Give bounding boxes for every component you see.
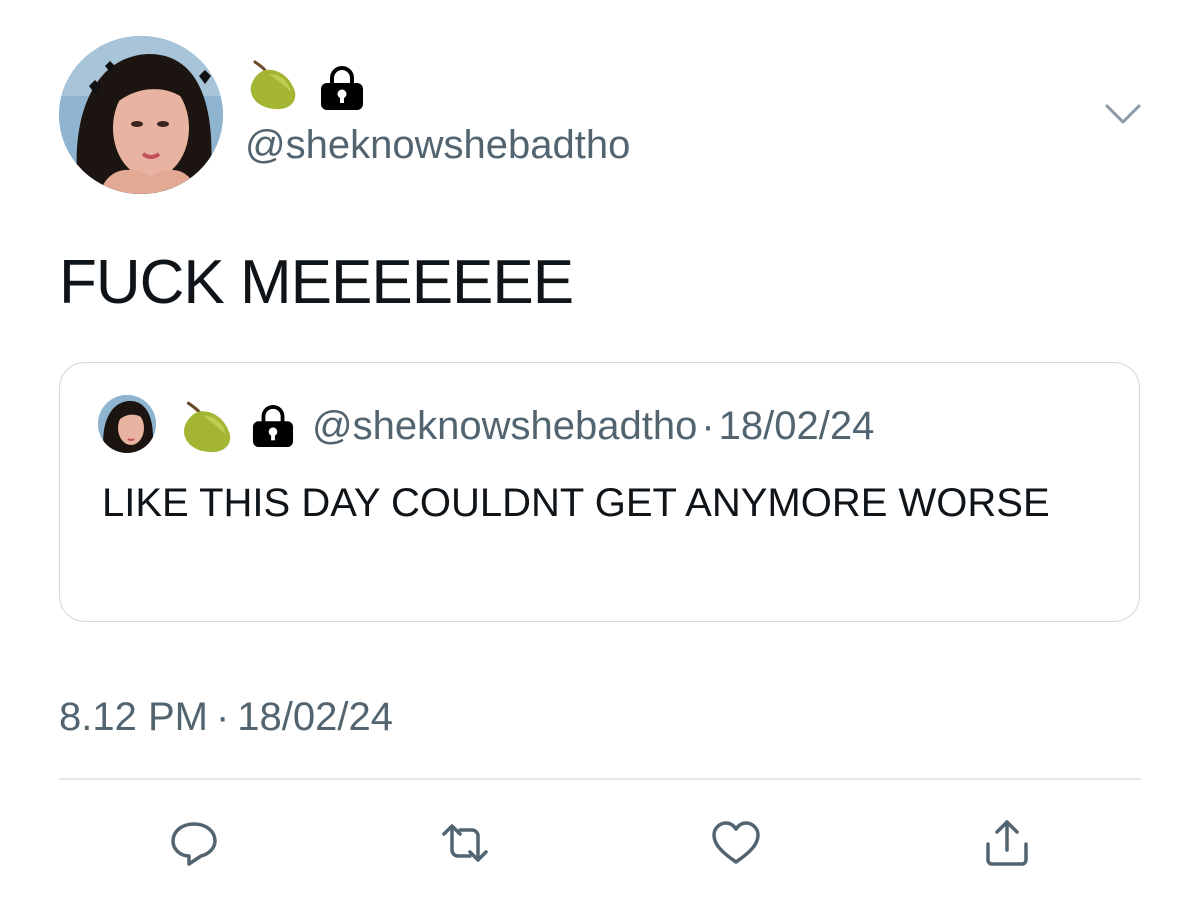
quoted-tweet-text: LIKE THIS DAY COULDNT GET ANYMORE WORSE bbox=[102, 481, 1050, 525]
quoted-tweet-card[interactable]: @sheknowshebadtho · 18/02/24 LIKE THIS DAY… bbox=[59, 362, 1140, 622]
divider bbox=[59, 778, 1141, 780]
author-handle[interactable]: @sheknowshebadtho bbox=[245, 122, 630, 168]
share-button[interactable] bbox=[977, 813, 1037, 873]
lock-icon bbox=[321, 66, 363, 110]
like-button[interactable] bbox=[706, 813, 766, 873]
tweet-date: 18/02/24 bbox=[237, 695, 393, 739]
quoted-avatar-photo bbox=[98, 395, 156, 453]
reply-button[interactable] bbox=[164, 813, 224, 873]
meta-separator: · bbox=[701, 404, 715, 448]
quoted-meta: @sheknowshebadtho · 18/02/24 bbox=[312, 403, 874, 449]
chevron-down-icon[interactable] bbox=[1104, 100, 1142, 128]
tweet-time: 8.12 PM bbox=[59, 695, 208, 739]
avatar-photo bbox=[59, 36, 223, 194]
retweet-icon bbox=[442, 824, 488, 862]
quoted-date: 18/02/24 bbox=[718, 404, 875, 448]
share-icon bbox=[986, 820, 1028, 866]
tweet-text: FUCK MEEEEEEE bbox=[59, 248, 574, 317]
retweet-button[interactable] bbox=[435, 813, 495, 873]
timestamp-separator: · bbox=[215, 695, 230, 739]
quoted-handle[interactable]: @sheknowshebadtho bbox=[312, 404, 697, 448]
tweet-timestamp[interactable]: 8.12 PM · 18/02/24 bbox=[59, 694, 393, 740]
pear-icon bbox=[250, 60, 296, 110]
reply-icon bbox=[171, 822, 217, 866]
lock-icon bbox=[252, 405, 294, 447]
avatar[interactable] bbox=[59, 36, 223, 194]
quoted-avatar bbox=[98, 395, 156, 453]
like-icon bbox=[712, 821, 760, 864]
pear-icon bbox=[183, 401, 231, 453]
